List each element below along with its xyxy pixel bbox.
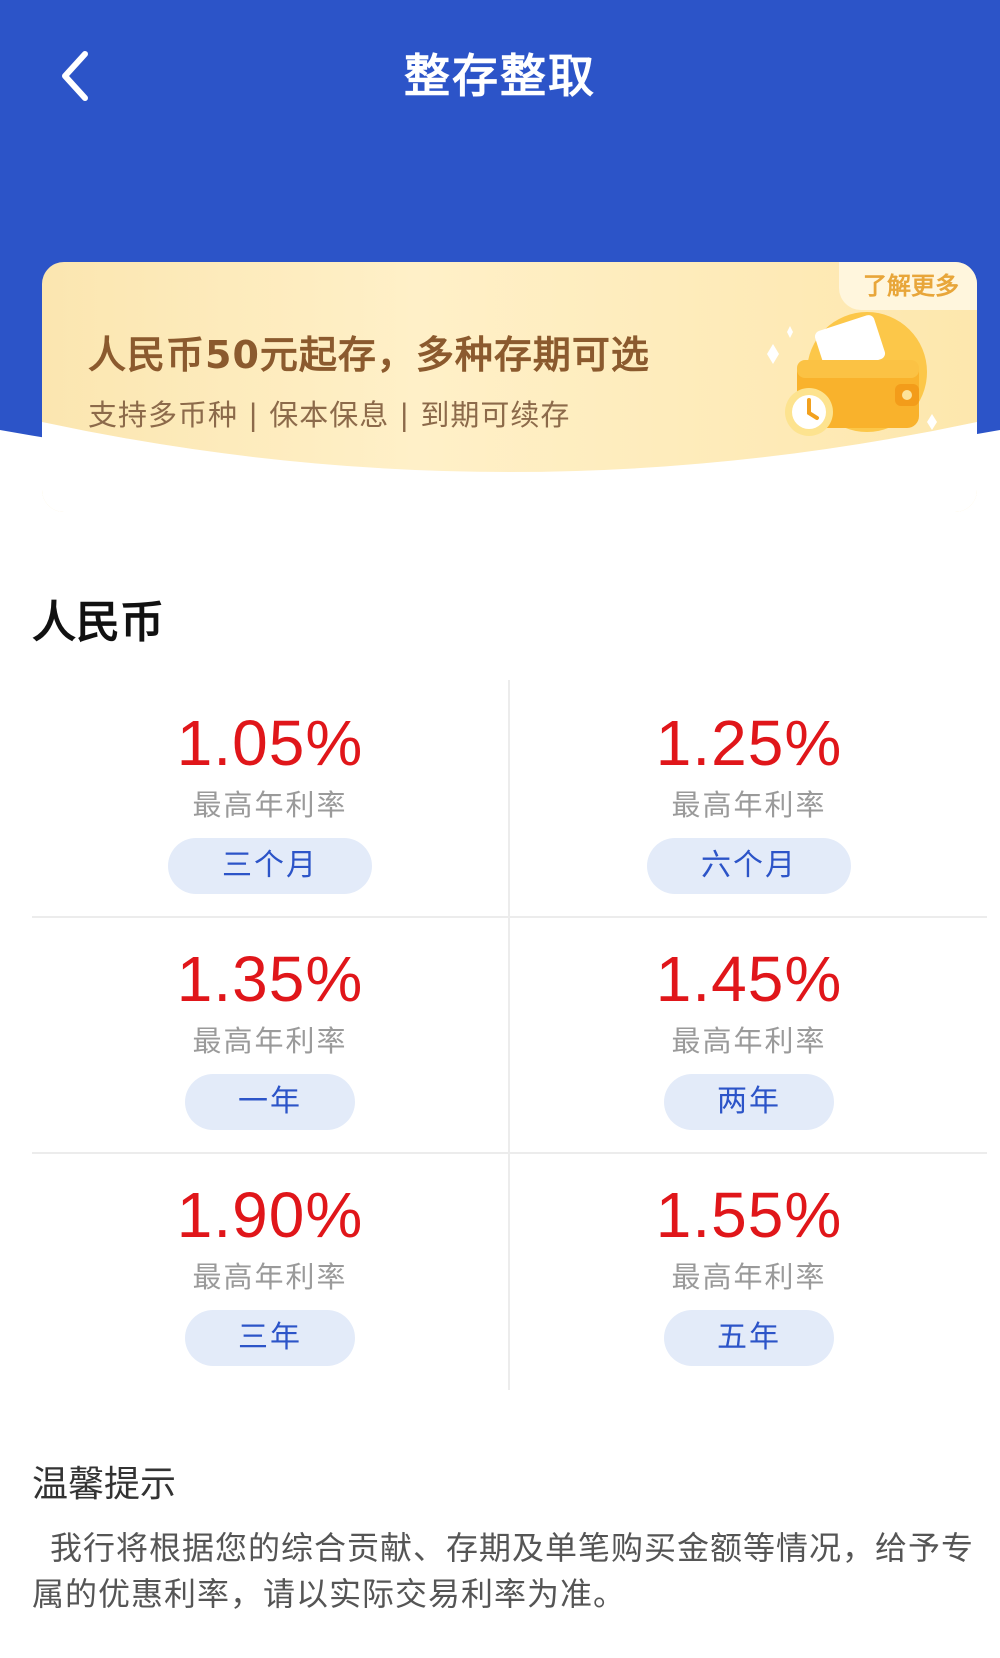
grid-divider-vertical — [508, 680, 510, 1390]
currency-section-title: 人民币 — [32, 597, 164, 648]
rate-label: 最高年利率 — [192, 1260, 348, 1294]
term-badge[interactable]: 两年 — [664, 1074, 834, 1130]
rate-value: 1.90% — [176, 1179, 364, 1251]
rate-label: 最高年利率 — [671, 1024, 827, 1058]
banner-subtitle: 支持多币种 | 保本保息 | 到期可续存 — [88, 398, 571, 432]
rate-value: 1.25% — [655, 707, 843, 779]
term-badge[interactable]: 五年 — [664, 1310, 834, 1366]
rate-label: 最高年利率 — [671, 1260, 827, 1294]
term-badge[interactable]: 六个月 — [647, 838, 851, 894]
rate-value: 1.35% — [176, 943, 364, 1015]
banner-title: 人民币50元起存，多种存期可选 — [88, 333, 650, 377]
rate-value: 1.45% — [655, 943, 843, 1015]
term-badge[interactable]: 三年 — [185, 1310, 355, 1366]
product-card-3-years[interactable]: 1.90% 最高年利率 三年 — [32, 1152, 508, 1388]
rate-grid: 1.05% 最高年利率 三个月 1.25% 最高年利率 六个月 1.35% 最高… — [32, 680, 987, 1390]
tips-title: 温馨提示 — [32, 1464, 177, 1505]
rate-label: 最高年利率 — [192, 1024, 348, 1058]
product-card-1-year[interactable]: 1.35% 最高年利率 一年 — [32, 916, 508, 1152]
product-card-3-months[interactable]: 1.05% 最高年利率 三个月 — [32, 680, 508, 916]
promo-banner[interactable]: 了解更多 人民币50元起存，多种存期可选 支持多币种 | 保本保息 | 到期可续… — [42, 262, 977, 512]
product-card-2-years[interactable]: 1.45% 最高年利率 两年 — [511, 916, 987, 1152]
rate-label: 最高年利率 — [671, 788, 827, 822]
product-card-6-months[interactable]: 1.25% 最高年利率 六个月 — [511, 680, 987, 916]
product-card-5-years[interactable]: 1.55% 最高年利率 五年 — [511, 1152, 987, 1388]
term-badge[interactable]: 三个月 — [168, 838, 372, 894]
rate-value: 1.05% — [176, 707, 364, 779]
wallet-clock-icon — [767, 312, 937, 436]
term-badge[interactable]: 一年 — [185, 1074, 355, 1130]
tips-text: 我行将根据您的综合贡献、存期及单笔购买金额等情况，给予专属的优惠利率，请以实际交… — [32, 1529, 975, 1613]
page-title: 整存整取 — [404, 49, 596, 103]
rate-value: 1.55% — [655, 1179, 843, 1251]
rate-label: 最高年利率 — [192, 788, 348, 822]
